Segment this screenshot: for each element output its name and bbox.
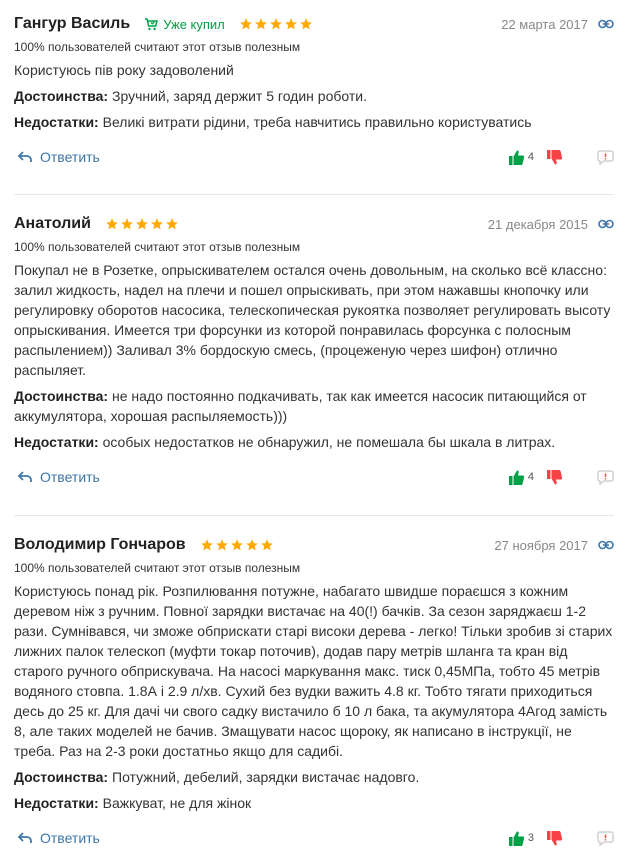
permalink-icon[interactable]: [598, 540, 614, 550]
review-cons: Недостатки: Великі витрати рідини, треба…: [14, 112, 614, 132]
review-date: 21 декабря 2015: [487, 216, 588, 232]
helpful-stat: 100% пользователей считают этот отзыв по…: [14, 240, 301, 254]
star-icon: [254, 18, 267, 30]
vote-controls: 3: [508, 830, 614, 847]
reply-icon: [18, 151, 32, 162]
helpful-stat: 100% пользователей считают этот отзыв по…: [14, 40, 301, 54]
star-icon: [260, 539, 273, 551]
permalink-icon[interactable]: [598, 219, 614, 229]
vote-controls: 4: [508, 469, 614, 486]
cons-text: Важкуват, не для жінок: [102, 795, 252, 811]
helpful-stat: 100% пользователей считают этот отзыв по…: [14, 561, 301, 575]
review-text: Покупал не в Розетке, опрыскивателем ост…: [14, 262, 611, 378]
reply-button[interactable]: Ответить: [14, 149, 100, 165]
review-item: Анатолий 21 декабря 2015 100% пользовате…: [14, 195, 614, 516]
complain-button[interactable]: [597, 149, 614, 165]
vote-controls: 4: [508, 149, 614, 166]
like-button[interactable]: 4: [508, 469, 534, 486]
reply-button[interactable]: Ответить: [14, 830, 100, 846]
rating-stars: [239, 17, 314, 31]
bought-label: Уже купил: [163, 16, 225, 32]
like-button[interactable]: 4: [508, 149, 534, 166]
like-button[interactable]: 3: [508, 830, 534, 847]
review-cons: Недостатки: Важкуват, не для жінок: [14, 793, 614, 813]
reply-label: Ответить: [40, 469, 100, 485]
star-icon: [269, 18, 282, 30]
reply-icon: [18, 471, 32, 482]
star-icon: [245, 539, 258, 551]
bought-badge: Уже купил: [144, 17, 225, 32]
cons-label: Недостатки:: [14, 114, 99, 130]
cons-text: особых недостатков не обнаружил, не поме…: [102, 434, 556, 450]
review-text: Користуюсь пів року задоволений: [14, 62, 234, 78]
review-author: Володимир Гончаров: [14, 536, 186, 553]
dislike-button[interactable]: [546, 149, 563, 166]
thumbs-down-icon: [547, 830, 563, 845]
thumbs-down-icon: [547, 149, 563, 164]
reply-label: Ответить: [40, 149, 100, 165]
review-actions: Ответить 3: [14, 821, 614, 855]
like-count: 3: [527, 832, 534, 844]
reply-icon: [18, 832, 32, 843]
review-pros: Достоинства: Потужний, дебелий, зарядки …: [14, 767, 614, 787]
star-icon: [166, 218, 178, 230]
review-header: Гангур Василь Уже купил 22 марта 2017: [14, 12, 614, 36]
review-item: Гангур Василь Уже купил 22 марта 2017 10…: [14, 0, 614, 195]
dislike-button[interactable]: [546, 830, 563, 847]
review-actions: Ответить 4: [14, 140, 614, 174]
review-header: Анатолий 21 декабря 2015: [14, 212, 614, 236]
review-date: 27 ноября 2017: [494, 537, 588, 553]
rating-stars: [200, 538, 275, 552]
pros-text: Потужний, дебелий, зарядки вистачає надо…: [112, 769, 420, 785]
pros-label: Достоинства:: [14, 388, 109, 404]
review-actions: Ответить 4: [14, 460, 614, 494]
review-pros: Достоинства: не надо постоянно подкачива…: [14, 386, 614, 426]
like-count: 4: [527, 471, 534, 483]
permalink-icon[interactable]: [598, 19, 614, 29]
review-date: 22 марта 2017: [501, 16, 588, 32]
star-icon: [136, 218, 148, 230]
pros-text: Зручний, заряд держит 5 годин роботи.: [112, 88, 367, 104]
cart-icon: [145, 17, 159, 30]
review-text: Користуюсь понад рік. Розпилювання потуж…: [14, 583, 613, 759]
review-author: Гангур Василь: [14, 15, 131, 32]
thumbs-up-icon: [508, 470, 525, 485]
complain-icon: [597, 830, 614, 846]
thumbs-up-icon: [508, 150, 525, 165]
review-header: Володимир Гончаров 27 ноября 2017: [14, 533, 614, 557]
thumbs-down-icon: [547, 469, 563, 484]
cons-label: Недостатки:: [14, 434, 99, 450]
star-icon: [151, 218, 163, 230]
star-icon: [299, 18, 312, 30]
review-pros: Достоинства: Зручний, заряд держит 5 год…: [14, 86, 614, 106]
star-icon: [200, 539, 213, 551]
cons-text: Великі витрати рідини, треба навчитись п…: [102, 114, 532, 130]
reply-label: Ответить: [40, 830, 100, 846]
review-author: Анатолий: [14, 215, 91, 232]
complain-icon: [597, 469, 614, 485]
star-icon: [239, 18, 252, 30]
star-icon: [284, 18, 297, 30]
complain-button[interactable]: [597, 830, 614, 846]
complain-button[interactable]: [597, 469, 614, 485]
pros-label: Достоинства:: [14, 769, 109, 785]
star-icon: [230, 539, 243, 551]
thumbs-up-icon: [508, 831, 525, 846]
like-count: 4: [527, 151, 534, 163]
pros-label: Достоинства:: [14, 88, 109, 104]
review-cons: Недостатки: особых недостатков не обнару…: [14, 432, 614, 452]
star-icon: [106, 218, 118, 230]
reply-button[interactable]: Ответить: [14, 469, 100, 485]
rating-stars: [105, 217, 180, 231]
review-item: Володимир Гончаров 27 ноября 2017 100% п…: [14, 516, 614, 856]
star-icon: [121, 218, 133, 230]
complain-icon: [597, 149, 614, 165]
star-icon: [215, 539, 228, 551]
dislike-button[interactable]: [546, 469, 563, 486]
cons-label: Недостатки:: [14, 795, 99, 811]
